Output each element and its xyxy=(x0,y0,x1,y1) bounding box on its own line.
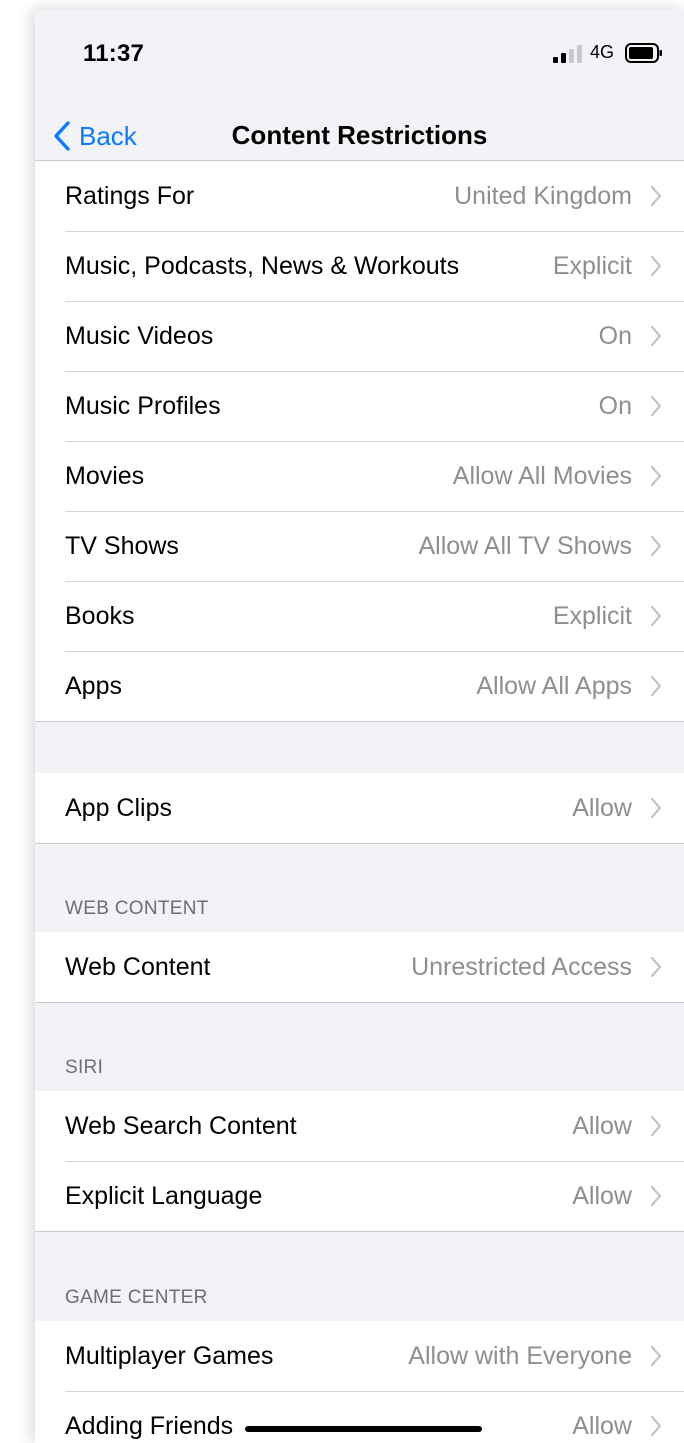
row-label: Movies xyxy=(65,462,145,490)
row-label: Books xyxy=(65,602,135,630)
row-label: Multiplayer Games xyxy=(65,1342,274,1370)
battery-icon xyxy=(625,43,662,63)
music-podcasts-row[interactable]: Music, Podcasts, News & Workouts Explicit xyxy=(35,231,684,301)
multiplayer-games-row[interactable]: Multiplayer Games Allow with Everyone xyxy=(35,1321,684,1391)
chevron-right-icon xyxy=(650,185,662,207)
chevron-right-icon xyxy=(650,956,662,978)
ratings-group: Ratings For United Kingdom Music, Podcast… xyxy=(35,161,684,722)
cellular-signal-icon xyxy=(553,45,582,63)
phone-screen: 11:37 4G Back Content Restrictions Ratin… xyxy=(35,10,684,1443)
section-header-game-center: GAME CENTER xyxy=(65,1287,208,1308)
navigation-bar: Back Content Restrictions xyxy=(35,90,684,161)
section-header-siri: SIRI xyxy=(65,1057,104,1078)
row-value: Allow with Everyone xyxy=(408,1342,632,1370)
row-value: On xyxy=(598,392,632,420)
row-value: Allow All Movies xyxy=(452,462,632,490)
explicit-language-row[interactable]: Explicit Language Allow xyxy=(35,1161,684,1231)
row-value: Allow xyxy=(572,1182,632,1210)
row-label: Apps xyxy=(65,672,122,700)
music-profiles-row[interactable]: Music Profiles On xyxy=(35,371,684,441)
row-label: Web Content xyxy=(65,953,211,981)
chevron-right-icon xyxy=(650,255,662,277)
network-type: 4G xyxy=(590,42,615,62)
books-row[interactable]: Books Explicit xyxy=(35,581,684,651)
game-center-group: Multiplayer Games Allow with Everyone Add… xyxy=(35,1321,684,1443)
row-label: App Clips xyxy=(65,794,172,822)
row-value: Allow xyxy=(572,1412,632,1440)
row-value: Allow xyxy=(572,1112,632,1140)
row-label: Music, Podcasts, News & Workouts xyxy=(65,252,460,280)
chevron-right-icon xyxy=(650,797,662,819)
row-value: United Kingdom xyxy=(454,182,632,210)
web-content-group: Web Content Unrestricted Access xyxy=(35,932,684,1003)
status-bar: 11:37 4G xyxy=(35,10,684,90)
adding-friends-row[interactable]: Adding Friends Allow xyxy=(35,1391,684,1443)
music-videos-row[interactable]: Music Videos On xyxy=(35,301,684,371)
row-value: Allow All TV Shows xyxy=(418,532,632,560)
row-label: Ratings For xyxy=(65,182,195,210)
chevron-right-icon xyxy=(650,465,662,487)
row-value: On xyxy=(598,322,632,350)
chevron-right-icon xyxy=(650,605,662,627)
section-header-web-content: WEB CONTENT xyxy=(65,898,209,919)
row-label: Music Profiles xyxy=(65,392,221,420)
row-label: Music Videos xyxy=(65,322,214,350)
chevron-right-icon xyxy=(650,1185,662,1207)
status-time: 11:37 xyxy=(83,40,145,67)
chevron-right-icon xyxy=(650,1415,662,1437)
chevron-right-icon xyxy=(650,395,662,417)
row-value: Unrestricted Access xyxy=(411,953,632,981)
chevron-right-icon xyxy=(650,325,662,347)
app-clips-row[interactable]: App Clips Allow xyxy=(35,773,684,843)
web-search-content-row[interactable]: Web Search Content Allow xyxy=(35,1091,684,1161)
row-label: Web Search Content xyxy=(65,1112,297,1140)
ratings-for-row[interactable]: Ratings For United Kingdom xyxy=(35,161,684,231)
siri-group: Web Search Content Allow Explicit Languag… xyxy=(35,1091,684,1232)
chevron-right-icon xyxy=(650,1115,662,1137)
row-value: Explicit xyxy=(552,602,632,630)
chevron-right-icon xyxy=(650,535,662,557)
row-value: Explicit xyxy=(552,252,632,280)
web-content-row[interactable]: Web Content Unrestricted Access xyxy=(35,932,684,1002)
tv-shows-row[interactable]: TV Shows Allow All TV Shows xyxy=(35,511,684,581)
home-indicator[interactable] xyxy=(245,1426,482,1432)
app-clips-group: App Clips Allow xyxy=(35,773,684,844)
row-value: Allow All Apps xyxy=(476,672,632,700)
row-label: Explicit Language xyxy=(65,1182,263,1210)
row-label: TV Shows xyxy=(65,532,179,560)
apps-row[interactable]: Apps Allow All Apps xyxy=(35,651,684,721)
page-title: Content Restrictions xyxy=(231,120,488,150)
movies-row[interactable]: Movies Allow All Movies xyxy=(35,441,684,511)
chevron-right-icon xyxy=(650,1345,662,1367)
chevron-right-icon xyxy=(650,675,662,697)
row-value: Allow xyxy=(572,794,632,822)
row-label: Adding Friends xyxy=(65,1412,234,1440)
